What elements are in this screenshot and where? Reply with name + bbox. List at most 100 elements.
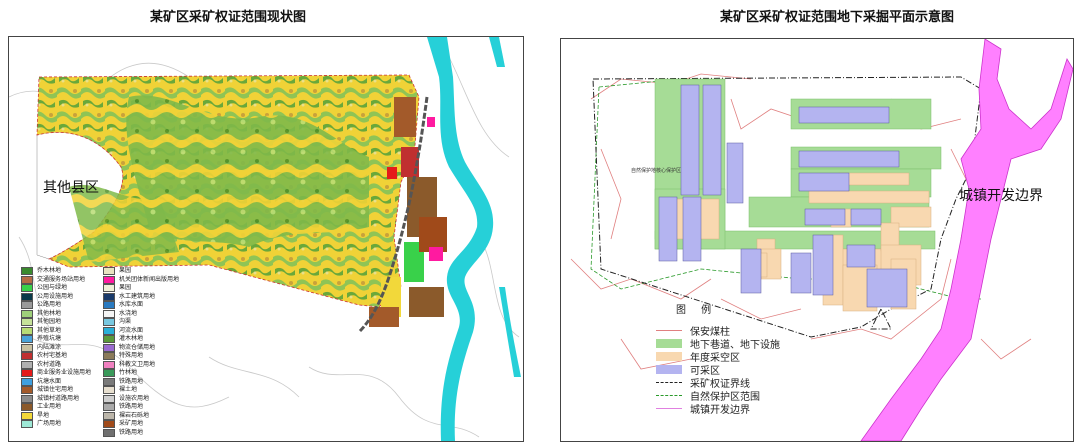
legend-swatch	[656, 339, 682, 348]
legend-label: 物流仓储用地	[119, 343, 156, 351]
legend-swatch	[21, 420, 33, 429]
legend-label: 其他林地	[37, 309, 62, 317]
legend-row: 其他园地	[21, 318, 91, 327]
legend-label: 城镇住宅用地	[37, 386, 74, 393]
legend-row: 竹林地	[103, 369, 179, 378]
legend-row: 科教文卫用地	[103, 361, 179, 370]
legend-swatch	[656, 382, 682, 383]
legend-swatch	[656, 352, 682, 361]
legend-label: 工业用地	[37, 403, 62, 410]
legend-row: 采矿用地	[103, 420, 179, 429]
legend-swatch	[103, 403, 115, 412]
legend-row: 公园与绿地	[21, 284, 91, 293]
legend-label: 沟渠	[119, 318, 132, 325]
legend-label: 坑塘水面	[37, 377, 62, 385]
legend-label: 机关团体新闻出版用地	[119, 275, 180, 283]
legend-row: 商业服务业设施用地	[21, 369, 91, 378]
legend-swatch	[103, 267, 115, 276]
legend-row: 设施农用地	[103, 395, 179, 404]
legend-label: 其他草地	[37, 326, 62, 334]
legend-swatch	[103, 420, 115, 429]
other-county-label: 其他县区	[43, 180, 99, 196]
legend-row: 农村宅基地	[21, 352, 91, 361]
legend-label: 特殊用地	[119, 352, 144, 359]
legend-swatch	[103, 377, 115, 386]
legend-label: 乔木林地	[37, 267, 62, 274]
legend-swatch	[103, 394, 115, 403]
river-branch	[499, 287, 521, 377]
legend-label: 裸岩石砾地	[119, 411, 150, 419]
legend-row: 其他草地	[21, 327, 91, 336]
legend-row: 水库水面	[103, 301, 179, 310]
legend-label: 交通服务场站用地	[37, 275, 86, 283]
legend-row: 铁路用地	[103, 378, 179, 387]
legend-row: 坑塘水面	[21, 378, 91, 387]
right-legend-title: 图 例	[676, 305, 718, 316]
legend-swatch	[21, 301, 33, 310]
right-map-canvas	[570, 39, 1073, 441]
legend-row: 河流水面	[103, 327, 179, 336]
legend-swatch	[103, 411, 115, 420]
legend-row: 裸土地	[103, 386, 179, 395]
legend-label: 农村道路	[37, 360, 62, 368]
legend-row: 水浇地	[103, 310, 179, 319]
legend-row: 铁路用地	[103, 429, 179, 438]
left-legend-col1: 乔木林地 交通服务场站用地 公园与绿地 公用设施用地 公路用地 其他林地 其他园地 其他草地养…	[21, 267, 91, 429]
legend-swatch	[103, 292, 115, 301]
legend-swatch	[103, 275, 115, 284]
legend-label: 其他园地	[37, 318, 62, 325]
legend-label: 水工建筑用地	[119, 292, 156, 300]
legend-row: 物流仓储用地	[103, 344, 179, 353]
legend-swatch	[656, 330, 682, 331]
legend-swatch	[103, 343, 115, 352]
legend-swatch	[103, 284, 115, 293]
legend-swatch	[21, 386, 33, 395]
legend-swatch	[103, 309, 115, 318]
legend-swatch	[656, 408, 682, 409]
legend-label: 旱地	[37, 411, 50, 419]
small-zone-label: 自然保护地核心保护区	[631, 168, 682, 174]
legend-swatch	[21, 369, 33, 378]
legend-swatch	[21, 343, 33, 352]
legend-swatch	[103, 335, 115, 344]
legend-swatch	[103, 318, 115, 327]
left-map-title: 某矿区采矿权证范围现状图	[150, 10, 307, 25]
legend-label: 公园与绿地	[37, 284, 68, 291]
legend-row: 广场用地	[21, 420, 91, 429]
legend-row: 旱地	[21, 412, 91, 421]
legend-label: 果园	[119, 267, 132, 274]
legend-label: 城镇村道路用地	[37, 394, 80, 402]
legend-row: 城镇开发边界	[656, 401, 750, 416]
legend-label: 河流水面	[119, 326, 144, 334]
legend-swatch	[21, 394, 33, 403]
legend-row: 城镇住宅用地	[21, 386, 91, 395]
legend-swatch	[103, 428, 115, 437]
legend-swatch	[21, 377, 33, 386]
legend-label: 铁路用地	[119, 428, 144, 436]
legend-swatch	[21, 267, 33, 276]
left-legend-col2: 果园 机关团体新闻出版用地 果园 水工建筑用地 水库水面 水浇地 沟渠 河流水面 灌木林地 物流仓…	[103, 267, 179, 437]
legend-row: 铁路用地	[103, 403, 179, 412]
legend-swatch	[21, 318, 33, 327]
legend-row: 其他林地	[21, 310, 91, 319]
legend-label: 灌木林地	[119, 335, 144, 342]
legend-row: 乔木林地	[21, 267, 91, 276]
legend-swatch	[21, 309, 33, 318]
legend-label: 采矿用地	[119, 420, 144, 427]
legend-swatch	[103, 386, 115, 395]
legend-label: 养殖坑塘	[37, 335, 62, 342]
legend-swatch	[21, 292, 33, 301]
legend-row: 裸岩石砾地	[103, 412, 179, 421]
legend-label: 铁路用地	[119, 403, 144, 410]
legend-label: 裸土地	[119, 386, 138, 393]
legend-swatch	[21, 284, 33, 293]
legend-row: 城镇村道路用地	[21, 395, 91, 404]
right-map-title: 某矿区采矿权证范围地下采掘平面示意图	[720, 10, 955, 25]
legend-row: 养殖坑塘	[21, 335, 91, 344]
legend-row: 果园	[103, 284, 179, 293]
legend-row: 公路用地	[21, 301, 91, 310]
legend-swatch	[21, 352, 33, 361]
legend-row: 果园	[103, 267, 179, 276]
legend-row: 内陆滩涂	[21, 344, 91, 353]
legend-row: 交通服务场站用地	[21, 276, 91, 285]
